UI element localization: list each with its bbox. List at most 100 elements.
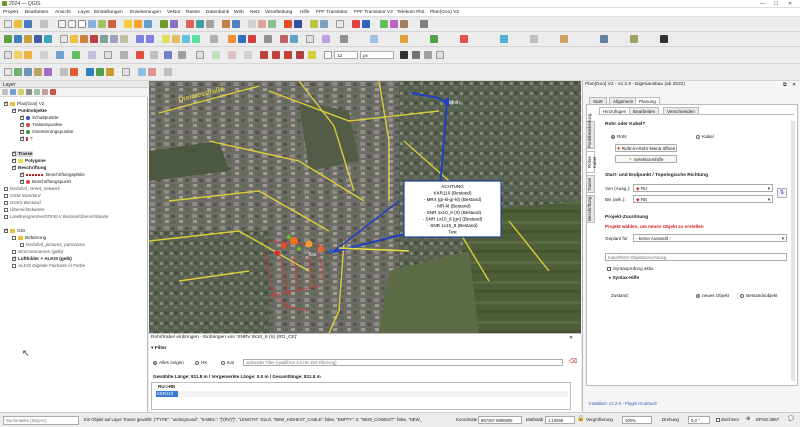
underline-icon[interactable] <box>424 51 432 59</box>
layer-item[interactable]: ALKIS Digitale Flurkarte in Farbe <box>12 263 85 269</box>
bold-icon[interactable] <box>400 51 408 59</box>
map-canvas[interactable]: Moln Kls Dreiwiesstraße ACHTUNG KKR110 (… <box>149 81 581 333</box>
menu-telekom-plot[interactable]: Telekom Plot <box>397 10 424 15</box>
menu-plangoo-v2[interactable]: Plan(Goo) V2 <box>430 10 459 15</box>
close-button[interactable]: ✕ <box>788 1 792 7</box>
record-icon[interactable] <box>352 20 360 28</box>
layer-props-icon[interactable] <box>4 68 12 76</box>
save-project-icon[interactable] <box>24 20 32 28</box>
layer-checkbox[interactable] <box>4 193 8 198</box>
layer-item[interactable]: Luftbilder + ALKIS (gelb) <box>12 255 72 262</box>
layer-item[interactable]: Polygone <box>12 157 46 164</box>
oracle-icon[interactable] <box>148 68 156 76</box>
select-rect-icon[interactable] <box>4 51 12 59</box>
menu-datenbank[interactable]: Datenbank <box>206 10 229 15</box>
identify-icon[interactable] <box>124 20 132 28</box>
plangoo-icon[interactable] <box>284 20 292 28</box>
field-calc-icon[interactable] <box>170 20 178 28</box>
scale-field[interactable]: 1:10569 <box>545 416 575 424</box>
layer-item[interactable]: Schaltpunkte <box>20 114 59 121</box>
georef-icon[interactable] <box>70 68 78 76</box>
split-icon[interactable] <box>280 35 288 43</box>
info-popup[interactable]: ACHTUNG KKR110 (Bestand) - MR4 (gr-kl-gr… <box>403 180 502 238</box>
side-tab-rohre-kabel[interactable]: Rohre Kabel <box>586 151 597 173</box>
layer-item[interactable]: ? <box>20 135 33 142</box>
layer-checkbox[interactable] <box>12 249 16 254</box>
layer-checkbox[interactable] <box>12 255 17 261</box>
map-svg[interactable]: Moln Kls Dreiwiesstraße ACHTUNG KKR110 (… <box>149 81 581 333</box>
lock-scale-icon[interactable] <box>136 51 144 59</box>
text-annot-icon[interactable] <box>178 51 186 59</box>
filter-input[interactable] <box>243 359 563 366</box>
locator-search-input[interactable] <box>3 416 79 425</box>
remove-layer-icon[interactable] <box>50 89 56 95</box>
layer-item[interactable]: hoslafvd_street_network <box>4 186 60 192</box>
layer-item[interactable]: Beschriftung <box>12 164 46 171</box>
svg-annot-icon[interactable] <box>228 51 236 59</box>
new-project-icon[interactable] <box>4 20 12 28</box>
coord-field[interactable]: 857367 6990805 <box>478 416 522 424</box>
cut-icon[interactable] <box>100 35 108 43</box>
panel-float-icon[interactable]: ⧉ <box>783 82 787 88</box>
geplant-select[interactable]: - keine Auswahl - ▾ <box>633 234 787 242</box>
note-icon[interactable] <box>306 35 314 43</box>
xyz-icon[interactable] <box>106 68 114 76</box>
digitize-icon[interactable] <box>228 35 236 43</box>
add-wms-icon[interactable] <box>44 35 52 43</box>
gps-track-icon[interactable] <box>370 35 378 43</box>
layer-style-icon[interactable] <box>2 89 8 95</box>
grid-icon[interactable] <box>340 35 348 43</box>
layer-checkbox[interactable] <box>12 263 16 268</box>
plugin-b-icon[interactable] <box>196 20 204 28</box>
topology-icon[interactable] <box>248 35 256 43</box>
layer-checkbox[interactable] <box>4 200 8 205</box>
add-group-icon[interactable] <box>10 89 16 95</box>
layer-checkbox[interactable] <box>12 107 17 113</box>
layer-item[interactable]: Orientierungspunkte <box>20 128 73 135</box>
radio-neues-objekt[interactable]: neues Objekt <box>696 293 729 298</box>
radio-kat[interactable]: Kat <box>221 360 234 365</box>
align-icon[interactable] <box>436 51 444 59</box>
shape-icon[interactable] <box>322 35 330 43</box>
measure-icon[interactable] <box>144 20 152 28</box>
radio-kabel[interactable]: Kabel <box>696 134 714 139</box>
italic-icon[interactable] <box>412 51 420 59</box>
layer-checkbox[interactable] <box>12 235 16 240</box>
layer-checkbox[interactable] <box>4 100 9 106</box>
label-abc-icon[interactable] <box>162 35 170 43</box>
plangoo-red-c-icon[interactable] <box>284 51 292 59</box>
merge-icon[interactable] <box>290 35 298 43</box>
measure-line-icon[interactable] <box>88 51 96 59</box>
add-csv-icon[interactable] <box>24 35 32 43</box>
mssql-icon[interactable] <box>138 68 146 76</box>
crs-button[interactable]: EPSG:3857 <box>756 417 779 422</box>
plugin-a-icon[interactable] <box>186 20 194 28</box>
minimize-button[interactable]: — <box>760 1 765 7</box>
move-annot-icon[interactable] <box>244 51 252 59</box>
font-icon[interactable] <box>324 51 332 59</box>
radio-rohr[interactable]: Rohr <box>611 134 627 139</box>
new-layer-icon[interactable] <box>14 68 22 76</box>
layer-checkbox[interactable] <box>12 150 17 156</box>
menu-erweiterungen[interactable]: Erweiterungen <box>130 10 161 15</box>
bezeichnung-input[interactable] <box>605 253 787 261</box>
raster-calc-icon[interactable] <box>60 68 68 76</box>
menu-vektor[interactable]: Vektor <box>167 10 181 15</box>
menu-netz[interactable]: Netz <box>250 10 260 15</box>
layer-item[interactable]: DGK5 Bestand <box>4 200 41 206</box>
diagram-icon[interactable] <box>210 35 218 43</box>
extra-tool-3-icon[interactable] <box>600 35 608 43</box>
panel-close-icon[interactable]: ✕ <box>569 335 573 341</box>
bis-select[interactable]: ◆ RE ▾ <box>633 195 773 203</box>
delete-icon[interactable] <box>90 35 98 43</box>
manage-map-icon[interactable] <box>18 89 24 95</box>
measure-area-icon[interactable] <box>104 51 112 59</box>
side-tab-beschriftung[interactable]: Beschriftung <box>586 195 595 223</box>
html-annot-icon[interactable] <box>212 51 220 59</box>
new-temp-icon[interactable] <box>44 68 52 76</box>
map-tips-icon[interactable] <box>248 20 256 28</box>
translator-icon[interactable] <box>310 20 318 28</box>
add-postgis-icon[interactable] <box>34 35 42 43</box>
filter-group[interactable]: ▾ Filter <box>151 346 166 351</box>
layer-item[interactable]: OSM Standard <box>4 193 40 199</box>
